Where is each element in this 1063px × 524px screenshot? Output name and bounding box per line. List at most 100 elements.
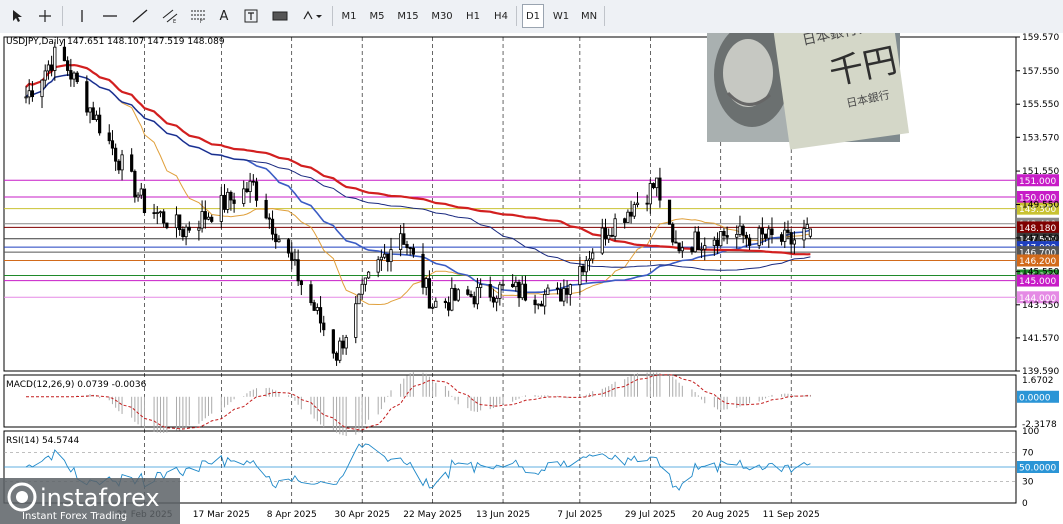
- candle-body: [581, 265, 585, 273]
- timeframe-m5[interactable]: M5: [366, 4, 388, 28]
- price-tick-label: 151.550: [1022, 167, 1059, 177]
- candle-body: [91, 107, 95, 120]
- candle-body: [696, 231, 700, 251]
- timeframe-h1[interactable]: H1: [462, 4, 484, 28]
- text-icon[interactable]: A: [214, 4, 234, 28]
- candle-body: [334, 352, 339, 361]
- candle-body: [808, 228, 812, 237]
- date-tick-label: 13 Jun 2025: [476, 510, 530, 520]
- timeframe-m30[interactable]: M30: [428, 4, 456, 28]
- candle-body: [648, 183, 652, 205]
- timeframe-mn[interactable]: MN: [578, 4, 600, 28]
- candle-body: [152, 212, 156, 215]
- brand-name: instaforex: [40, 484, 160, 512]
- candle-body: [366, 271, 371, 279]
- candle-body: [475, 287, 480, 305]
- candle-body: [398, 233, 403, 250]
- candle-body: [229, 191, 233, 201]
- candle-body: [264, 199, 268, 219]
- candle-body: [274, 233, 278, 243]
- fibonacci-icon[interactable]: F: [186, 4, 210, 28]
- chart-area[interactable]: 151.000150.000149.300148.400148.180147.5…: [0, 33, 1063, 524]
- candle-body: [197, 227, 201, 231]
- horizontal-line-icon[interactable]: [98, 4, 122, 28]
- candle-body: [479, 284, 483, 288]
- candle-body: [46, 64, 51, 72]
- candle-body: [318, 307, 323, 324]
- price-tick-label: 155.550: [1022, 100, 1059, 110]
- candle-body: [539, 303, 544, 307]
- vertical-line-icon[interactable]: [72, 4, 92, 28]
- candle-body: [517, 281, 521, 299]
- candle-body: [27, 90, 31, 98]
- timeframe-m1[interactable]: M1: [338, 4, 360, 28]
- candle-body: [130, 154, 134, 172]
- timeframe-d1[interactable]: D1: [522, 4, 544, 28]
- candle-body: [658, 177, 662, 201]
- timeframe-m15[interactable]: M15: [394, 4, 422, 28]
- trendline-icon[interactable]: [128, 4, 152, 28]
- candle-body: [357, 293, 361, 305]
- candle-body: [248, 180, 252, 192]
- candle-body: [315, 307, 319, 311]
- candle-body: [120, 154, 124, 171]
- candle-body: [30, 90, 35, 98]
- candle-body: [783, 229, 787, 242]
- rectangle-icon[interactable]: [268, 4, 292, 28]
- price-tick-label: 157.550: [1022, 67, 1059, 77]
- date-tick-label: 17 Mar 2025: [193, 510, 250, 520]
- candle-body: [267, 217, 271, 220]
- timeframe-w1[interactable]: W1: [550, 4, 572, 28]
- candle-body: [693, 231, 697, 253]
- candle-body: [607, 234, 611, 240]
- date-tick-label: 11 Sep 2025: [763, 510, 820, 520]
- candle-body: [789, 232, 793, 245]
- candle-body: [587, 258, 592, 261]
- text-label-icon[interactable]: [240, 4, 262, 28]
- price-tick-label: 141.570: [1022, 334, 1059, 344]
- shapes-dropdown-icon[interactable]: [298, 4, 326, 28]
- candle-body: [344, 337, 348, 349]
- candle-body: [312, 302, 316, 311]
- candle-body: [495, 297, 499, 303]
- candle-body: [610, 234, 614, 237]
- date-tick-label: 29 Jul 2025: [625, 510, 676, 520]
- candle-body: [719, 231, 723, 247]
- candle-body: [206, 216, 211, 220]
- candle-body: [565, 288, 569, 295]
- candle-body: [181, 229, 185, 238]
- candle-body: [178, 214, 182, 230]
- candle-body: [293, 259, 297, 262]
- candle-body: [450, 287, 454, 311]
- candle-body: [767, 228, 771, 239]
- candle-body: [655, 177, 659, 189]
- crosshair-icon[interactable]: [34, 4, 56, 28]
- cursor-icon[interactable]: [6, 4, 28, 28]
- candle-body: [72, 72, 76, 80]
- brand-tagline: Instant Forex Trading: [22, 511, 127, 522]
- candle-body: [747, 237, 752, 246]
- price-tick-label: 149.550: [1022, 201, 1059, 211]
- candle-body: [200, 211, 204, 229]
- candle-body: [341, 340, 345, 349]
- candle-body: [578, 265, 582, 286]
- candle-body: [511, 283, 515, 288]
- rsi-scale-label: 0: [1022, 499, 1028, 509]
- candle-body: [24, 96, 28, 99]
- candle-body: [62, 46, 67, 62]
- candle-body: [559, 288, 563, 302]
- brand-logo: instaforex Instant Forex Trading: [0, 478, 180, 524]
- equidistant-channel-icon[interactable]: E: [158, 4, 182, 28]
- candle-body: [792, 239, 796, 245]
- candle-body: [674, 241, 678, 244]
- timeframe-h4[interactable]: H4: [490, 4, 512, 28]
- candle-body: [136, 194, 140, 198]
- candle-body: [117, 160, 121, 171]
- price-tick-label: 159.570: [1022, 33, 1059, 43]
- candle-body: [520, 283, 524, 299]
- price-tick-label: 153.570: [1022, 133, 1059, 143]
- candle-body: [443, 300, 448, 304]
- candle-body: [469, 293, 473, 297]
- candle-body: [722, 231, 726, 236]
- candle-body: [53, 46, 57, 71]
